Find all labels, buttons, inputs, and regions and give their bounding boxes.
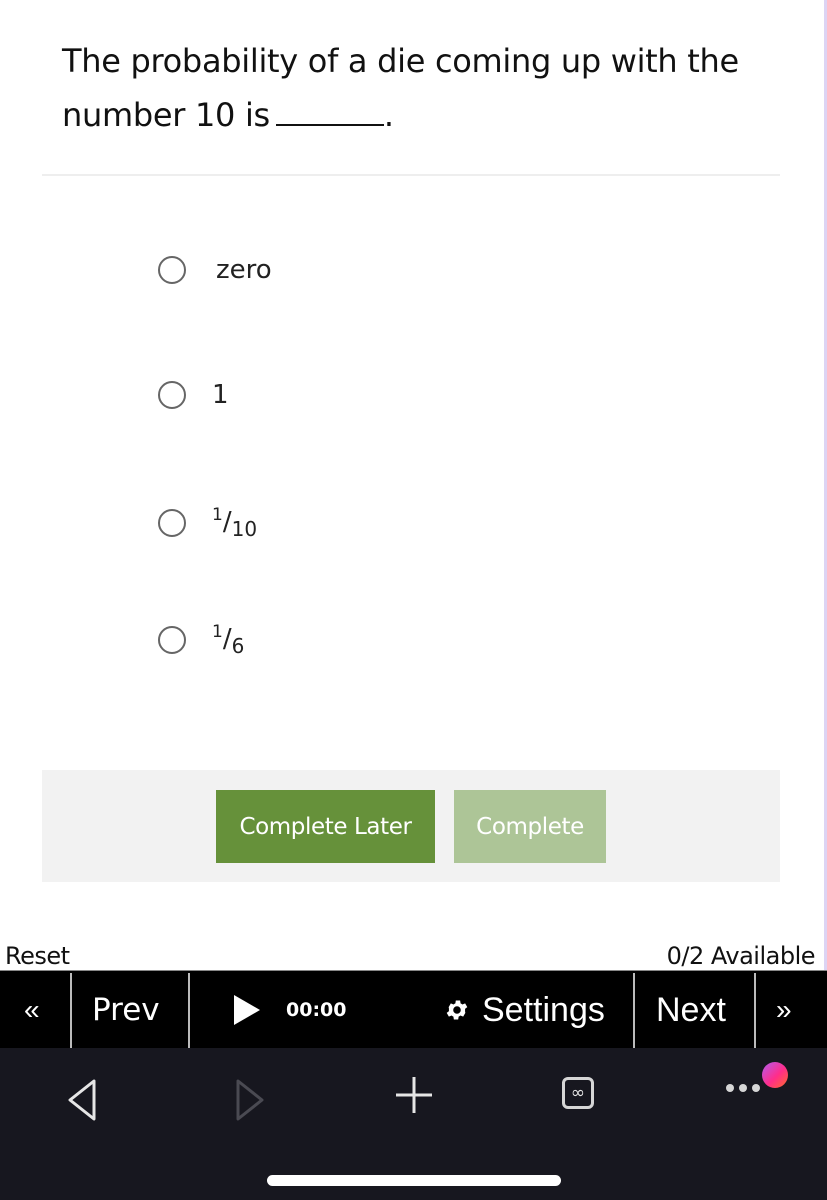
complete-button[interactable]: Complete	[454, 790, 606, 863]
fraction-slash: /	[222, 507, 232, 537]
reset-link[interactable]: Reset	[5, 942, 70, 970]
action-panel: Complete Later Complete	[42, 770, 780, 882]
settings-label: Settings	[482, 990, 605, 1029]
next-button[interactable]: Next	[656, 971, 726, 1049]
back-icon[interactable]	[66, 1078, 98, 1122]
toolbar-separator	[754, 973, 756, 1049]
toolbar-separator	[70, 973, 72, 1049]
option-one[interactable]: 1	[158, 380, 229, 410]
home-indicator[interactable]	[267, 1175, 561, 1186]
denominator: 6	[231, 634, 245, 658]
denominator: 10	[231, 517, 258, 541]
answer-blank	[275, 100, 384, 126]
option-zero[interactable]: zero	[158, 255, 272, 285]
numerator: 1	[212, 622, 223, 642]
new-tab-icon[interactable]	[395, 1076, 433, 1114]
question-body: The probability of a die coming up with …	[62, 42, 739, 134]
more-icon[interactable]	[726, 1084, 760, 1092]
complete-later-button[interactable]: Complete Later	[216, 790, 435, 863]
radio-button[interactable]	[158, 256, 186, 284]
question-text: The probability of a die coming up with …	[62, 34, 782, 142]
option-label: 1/6	[212, 622, 244, 658]
toolbar-separator	[633, 973, 635, 1049]
radio-button[interactable]	[158, 509, 186, 537]
radio-button[interactable]	[158, 381, 186, 409]
option-one-sixth[interactable]: 1/6	[158, 622, 244, 658]
available-count: 0/2 Available	[666, 942, 816, 970]
first-page-icon[interactable]: «	[24, 971, 40, 1049]
radio-button[interactable]	[158, 626, 186, 654]
play-button[interactable]	[234, 971, 260, 1049]
tabs-icon[interactable]: ∞	[562, 1077, 594, 1109]
forward-icon[interactable]	[234, 1078, 266, 1122]
option-label: zero	[216, 255, 272, 285]
play-icon	[234, 995, 260, 1025]
toolbar-separator	[188, 973, 190, 1049]
navigation-toolbar: « Prev 00:00 Settings Next »	[0, 970, 827, 1049]
fraction-slash: /	[222, 624, 232, 654]
option-label: 1	[212, 380, 229, 410]
gear-icon	[446, 1000, 468, 1020]
dot	[752, 1084, 760, 1092]
settings-button[interactable]: Settings	[444, 971, 605, 1049]
dot	[726, 1084, 734, 1092]
numerator: 1	[212, 505, 223, 525]
option-label: 1/10	[212, 505, 257, 541]
notification-badge	[762, 1062, 788, 1088]
prev-button[interactable]: Prev	[92, 971, 160, 1049]
timer: 00:00	[286, 999, 347, 1021]
question-suffix: .	[383, 96, 394, 134]
dot	[739, 1084, 747, 1092]
last-page-icon[interactable]: »	[776, 971, 792, 1049]
divider	[42, 174, 780, 176]
option-one-tenth[interactable]: 1/10	[158, 505, 257, 541]
